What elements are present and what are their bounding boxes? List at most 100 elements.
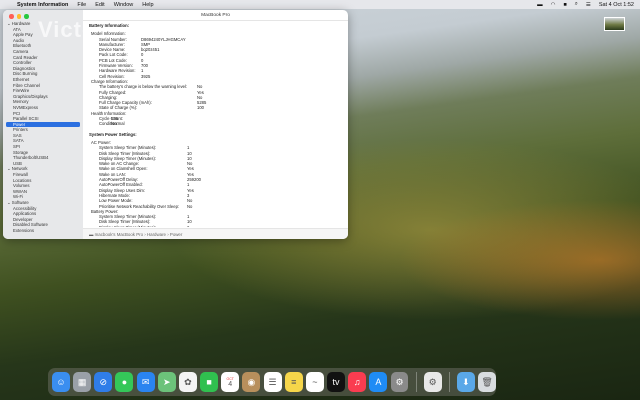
sidebar-item-parallel-scsi[interactable]: Parallel SCSI bbox=[3, 116, 83, 122]
zoom-button[interactable] bbox=[24, 14, 29, 19]
info-label: AC Power: bbox=[91, 139, 112, 145]
dock-maps-icon[interactable]: ➤ bbox=[157, 372, 176, 392]
info-label: Hibernate Mode: bbox=[99, 192, 130, 198]
info-label: Wake on AC Change: bbox=[99, 161, 140, 167]
window-title: MacBook Pro bbox=[83, 10, 348, 21]
battery-icon[interactable]: ▬ bbox=[537, 2, 543, 8]
info-label: Display Sleep Timer (Minutes): bbox=[99, 225, 156, 227]
path-bar: ▬ macbook's MacBook Pro › Hardware › Pow… bbox=[83, 228, 348, 239]
spotlight-search-icon[interactable]: ⌕ bbox=[575, 1, 578, 8]
dock-tv-icon[interactable]: tv bbox=[327, 372, 345, 392]
trash-glyph: 🗑 bbox=[481, 376, 493, 387]
info-label: Wake on LAN: bbox=[99, 171, 126, 177]
contacts-glyph: ◉ bbox=[247, 376, 256, 387]
freeform-glyph: ~ bbox=[312, 377, 318, 387]
reminders-glyph: ☰ bbox=[268, 376, 277, 387]
info-label: Disk Sleep Timer (Minutes): bbox=[99, 219, 151, 225]
minimize-button[interactable] bbox=[16, 14, 21, 19]
menu-window[interactable]: Window bbox=[114, 2, 134, 8]
info-label: Disk Sleep Timer (Minutes): bbox=[99, 150, 151, 156]
messages-glyph: ● bbox=[121, 377, 128, 387]
user-icon[interactable]: ■ bbox=[563, 2, 566, 8]
clock[interactable]: Sat 4 Oct 1:52 bbox=[599, 2, 634, 8]
finder-glyph: ☺ bbox=[56, 377, 66, 387]
menu-app-name[interactable]: System Information bbox=[17, 2, 68, 8]
dock: ☺ ▦ ⊘ ● ✉ ➤ ✿ ■ OCT 4 ◉ ☰ ≡ ~ tv ♫ A ⚙ ⚙ ⬇ 🗑 bbox=[48, 368, 497, 396]
info-label: AutoPowerOff Enabled: bbox=[99, 182, 143, 188]
dock-separator bbox=[448, 372, 450, 392]
facetime-glyph: ■ bbox=[206, 377, 212, 387]
downloads-glyph: ⬇ bbox=[462, 376, 470, 387]
dock-downloads-icon[interactable]: ⬇ bbox=[456, 372, 475, 392]
launchpad-glyph: ▦ bbox=[77, 376, 87, 387]
info-row: Display Sleep Timer (Minutes): 2 bbox=[89, 225, 344, 227]
dock-facetime-icon[interactable]: ■ bbox=[200, 372, 219, 392]
system-information-glyph: ⚙ bbox=[428, 376, 437, 387]
dock-system-settings-icon[interactable]: ⚙ bbox=[390, 372, 409, 392]
dock-notes-icon[interactable]: ≡ bbox=[284, 372, 303, 392]
info-label: Display Sleep Timer (Minutes): bbox=[99, 155, 157, 161]
dock-finder-icon[interactable]: ☺ bbox=[52, 372, 70, 392]
sidebar: ⌄ Hardware ATA Apple Pay Audio Bluetooth Came… bbox=[3, 10, 83, 239]
close-button[interactable] bbox=[9, 14, 14, 19]
menu-file[interactable]: File bbox=[77, 2, 86, 8]
dock-messages-icon[interactable]: ● bbox=[115, 372, 134, 392]
info-label: Wake on Clamshell Open: bbox=[99, 166, 148, 172]
info-label: Prioritise Network Reachability Over Sle… bbox=[99, 203, 180, 209]
info-label: PCB Lot Code: bbox=[99, 57, 127, 63]
sidebar-item-extensions[interactable]: Extensions bbox=[3, 228, 83, 234]
info-label: Manufacturer: bbox=[99, 41, 125, 47]
info-label: Fully Charged: bbox=[99, 89, 127, 95]
menu-bar: System Information File Edit Window Help… bbox=[0, 0, 640, 9]
screenshot-thumbnail[interactable] bbox=[604, 17, 625, 31]
dock-calendar-icon[interactable]: OCT 4 bbox=[221, 372, 240, 392]
wifi-icon[interactable]: ◠ bbox=[551, 2, 556, 8]
menu-edit[interactable]: Edit bbox=[95, 2, 104, 8]
dock-music-icon[interactable]: ♫ bbox=[348, 372, 367, 392]
dock-mail-icon[interactable]: ✉ bbox=[136, 372, 155, 392]
system-settings-glyph: ⚙ bbox=[395, 376, 404, 387]
control-center-icon[interactable]: ☰ bbox=[586, 2, 591, 8]
info-label: System Sleep Timer (Minutes): bbox=[99, 145, 157, 151]
dock-launchpad-icon[interactable]: ▦ bbox=[73, 372, 92, 392]
dock-trash-icon[interactable]: 🗑 bbox=[478, 372, 497, 392]
calendar-glyph: 4 bbox=[228, 380, 233, 388]
info-label: Battery Power: bbox=[91, 208, 119, 214]
info-label: Charge Information: bbox=[91, 78, 129, 84]
dock-separator bbox=[415, 372, 417, 392]
info-label: Pack Lot Code: bbox=[99, 52, 128, 58]
menu-help[interactable]: Help bbox=[142, 2, 153, 8]
battery-heading: Battery Information: bbox=[89, 23, 130, 28]
info-label: Display Sleep Uses Dim: bbox=[99, 187, 146, 193]
system-information-window: ⌄ Hardware ATA Apple Pay Audio Bluetooth Came… bbox=[3, 10, 348, 239]
info-label: State of Charge (%): bbox=[99, 105, 138, 111]
app-store-glyph: A bbox=[375, 377, 382, 387]
info-label: Serial Number: bbox=[99, 36, 127, 42]
notes-glyph: ≡ bbox=[291, 377, 297, 387]
info-label: Full Charge Capacity (mAh): bbox=[99, 100, 152, 106]
info-value: 2 bbox=[187, 225, 189, 227]
mail-glyph: ✉ bbox=[141, 376, 150, 387]
info-label: Model Information: bbox=[91, 31, 126, 37]
safari-glyph: ⊘ bbox=[99, 376, 108, 387]
dock-system-information-icon[interactable]: ⚙ bbox=[423, 372, 442, 392]
dock-freeform-icon[interactable]: ~ bbox=[305, 372, 324, 392]
dock-reminders-icon[interactable]: ☰ bbox=[263, 372, 282, 392]
breadcrumb: macbook's MacBook Pro › Hardware › Power bbox=[94, 232, 183, 237]
dock-app-store-icon[interactable]: A bbox=[369, 372, 388, 392]
info-value: Normal bbox=[111, 121, 125, 127]
photos-glyph: ✿ bbox=[184, 376, 192, 387]
info-row: Condition: Normal bbox=[89, 121, 344, 126]
info-label: Firmware Version: bbox=[99, 63, 133, 69]
dock-safari-icon[interactable]: ⊘ bbox=[94, 372, 113, 392]
info-label: Low Power Mode: bbox=[99, 198, 133, 204]
info-label: Cell Revision: bbox=[99, 73, 125, 79]
info-label: System Sleep Timer (Minutes): bbox=[99, 214, 157, 220]
dock-contacts-icon[interactable]: ◉ bbox=[242, 372, 261, 392]
dock-photos-icon[interactable]: ✿ bbox=[178, 372, 197, 392]
info-label: Health Information: bbox=[91, 110, 127, 116]
report-content: Battery Information: Model Information: Se… bbox=[89, 23, 344, 227]
info-label: Hardware Revision: bbox=[99, 68, 136, 74]
power-heading: System Power Settings: bbox=[89, 131, 137, 137]
tv-glyph: tv bbox=[332, 377, 340, 387]
